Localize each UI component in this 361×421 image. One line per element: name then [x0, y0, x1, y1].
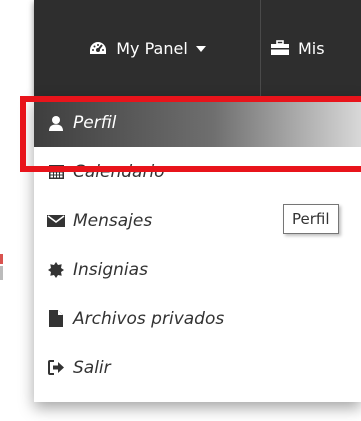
sign-out-icon [46, 360, 66, 375]
left-edge-artifact [0, 254, 3, 264]
menu-item-label: Mensajes [73, 210, 153, 231]
menu-item-perfil[interactable]: Perfil [34, 98, 361, 147]
my-panel-label: My Panel [116, 38, 188, 58]
menu-item-label: Salir [73, 357, 111, 378]
menu-item-archivos-privados[interactable]: Archivos privados [34, 294, 361, 343]
badge-icon [46, 261, 66, 278]
user-icon [46, 115, 66, 131]
tooltip-text: Perfil [292, 210, 330, 228]
navbar-divider [260, 0, 261, 96]
tooltip: Perfil [283, 204, 339, 234]
left-edge-artifact [0, 266, 3, 280]
menu-item-label: Perfil [73, 112, 117, 133]
briefcase-icon [270, 40, 290, 56]
menu-item-calendario[interactable]: Calendario [34, 147, 361, 196]
caret-down-icon [195, 46, 206, 52]
file-icon [46, 310, 66, 327]
mis-label: Mis [298, 38, 325, 58]
my-panel-menu-toggle[interactable]: My Panel [34, 0, 260, 96]
envelope-icon [46, 214, 66, 228]
top-navbar: My Panel Mis [34, 0, 361, 96]
menu-item-insignias[interactable]: Insignias [34, 245, 361, 294]
menu-item-label: Archivos privados [73, 308, 225, 329]
calendar-icon [46, 163, 66, 180]
menu-item-label: Insignias [73, 259, 148, 280]
mis-menu-toggle[interactable]: Mis [262, 0, 361, 96]
screenshot-stage: My Panel Mis Perfil Calendario Mensajes … [0, 0, 361, 421]
dashboard-icon [88, 40, 108, 56]
my-panel-dropdown: Perfil Calendario Mensajes Insignias Arc… [34, 96, 361, 402]
menu-item-label: Calendario [73, 161, 165, 182]
menu-item-salir[interactable]: Salir [34, 343, 361, 392]
